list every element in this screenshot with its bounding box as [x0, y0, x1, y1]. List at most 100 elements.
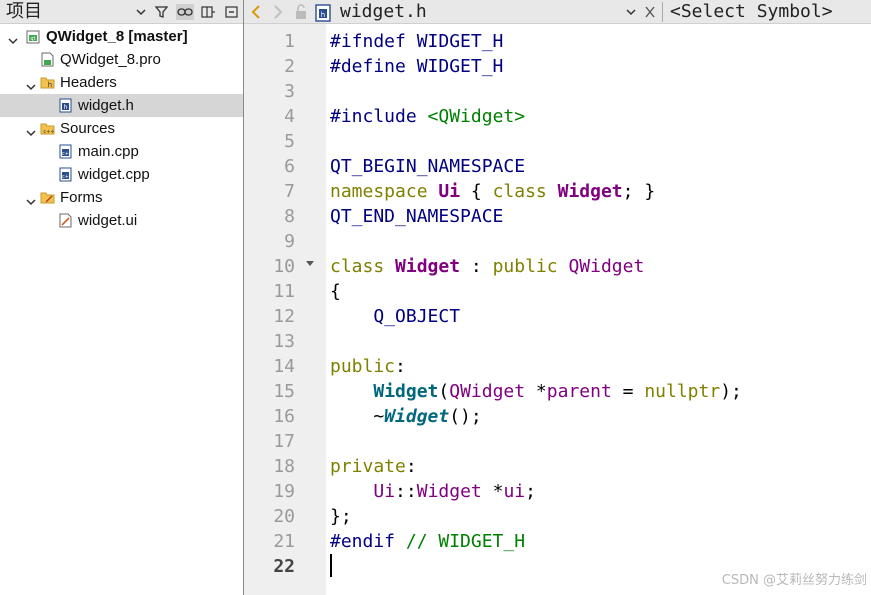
code-token: private [330, 456, 406, 477]
project-panel-toolbar: 项目 [0, 0, 243, 24]
link-icon[interactable] [176, 4, 194, 20]
tree-item[interactable]: h Headers [0, 71, 243, 94]
tree-item-label: main.cpp [78, 143, 139, 160]
expand-arrow-icon[interactable] [26, 192, 36, 206]
tree-item-label: QWidget_8 [master] [46, 28, 188, 45]
expand-arrow-icon[interactable] [8, 31, 18, 45]
code-line: QT_BEGIN_NAMESPACE [330, 154, 525, 179]
tree-item-label: widget.cpp [78, 166, 150, 183]
code-token: Widget [395, 256, 461, 277]
tree-item[interactable]: c++ Sources [0, 117, 243, 140]
code-line: Widget(QWidget *parent = nullptr); [330, 379, 742, 404]
expand-arrow-icon[interactable] [26, 123, 36, 137]
tree-item-label: Forms [60, 189, 103, 206]
tree-item[interactable]: c+ widget.cpp [0, 163, 243, 186]
line-number: 17 [273, 431, 295, 452]
tree-item[interactable]: Forms [0, 186, 243, 209]
code-line: #ifndef WIDGET_H [330, 29, 503, 54]
line-number: 12 [273, 306, 295, 327]
editor-file-name[interactable]: widget.h [340, 0, 427, 24]
code-token: namespace [330, 181, 439, 202]
code-line: namespace Ui { class Widget; } [330, 179, 655, 204]
tree-item-label: Sources [60, 120, 116, 137]
code-line: #define WIDGET_H [330, 54, 503, 79]
code-token: #ifndef WIDGET_H [330, 31, 504, 52]
tree-item-label: widget.ui [78, 212, 138, 229]
tree-item-label: widget.h [78, 97, 134, 114]
code-token: ; [525, 481, 536, 502]
code-token: Widget [384, 406, 450, 427]
line-number: 19 [273, 481, 295, 502]
code-token: parent [546, 381, 612, 402]
tree-item[interactable]: qt QWidget_8 [master] [0, 25, 243, 48]
line-number: 1 [284, 31, 295, 52]
code-token: Widget [373, 381, 439, 402]
line-number: 13 [273, 331, 295, 352]
project-panel-title: 项目 [6, 1, 42, 22]
tree-item[interactable]: widget.ui [0, 209, 243, 232]
split-panel-icon[interactable] [200, 4, 216, 20]
code-token: = [611, 381, 645, 402]
code-token: * [481, 481, 504, 502]
code-token: QT_END_NAMESPACE [330, 206, 504, 227]
svg-text:qt: qt [30, 36, 35, 42]
cpp-file-icon: c+ [58, 167, 73, 182]
line-number: 15 [273, 381, 295, 402]
expand-arrow-icon[interactable] [26, 77, 36, 91]
line-number: 2 [284, 56, 295, 77]
code-token: Q_OBJECT [373, 306, 461, 327]
panel-menu-chevron-icon[interactable] [136, 4, 146, 20]
code-token: ~ [330, 406, 385, 427]
code-editor[interactable]: #ifndef WIDGET_H #define WIDGET_H #include… [326, 24, 871, 595]
code-token: :: [395, 481, 417, 502]
pro-file-icon [40, 52, 55, 67]
symbol-selector[interactable]: <Select Symbol> [670, 0, 833, 24]
code-token: nullptr [644, 381, 721, 402]
code-line: Q_OBJECT [330, 304, 460, 329]
ui-file-icon [58, 213, 73, 228]
line-number: 11 [273, 281, 295, 302]
tree-item-label: QWidget_8.pro [60, 51, 161, 68]
line-number: 10 [273, 256, 295, 277]
headers-folder-icon: h [40, 75, 55, 90]
code-line: { [330, 279, 341, 304]
tree-item[interactable]: QWidget_8.pro [0, 48, 243, 71]
line-number: 6 [284, 156, 295, 177]
code-token: Ui [438, 181, 461, 202]
code-token: : [395, 356, 406, 377]
code-token: }; [330, 506, 352, 527]
text-cursor [330, 554, 332, 577]
line-number: 18 [273, 456, 295, 477]
forms-folder-icon [40, 190, 55, 205]
svg-text:h: h [321, 11, 325, 19]
line-number: 21 [273, 531, 295, 552]
code-token: { [330, 281, 341, 302]
code-token: Ui [373, 481, 396, 502]
code-token: QWidget [568, 256, 645, 277]
filter-icon[interactable] [154, 4, 170, 20]
line-number: 5 [284, 131, 295, 152]
tree-item[interactable]: c+ main.cpp [0, 140, 243, 163]
svg-text:h: h [64, 104, 68, 111]
code-token: { [460, 181, 493, 202]
close-panel-icon[interactable] [224, 4, 240, 20]
code-token: class [492, 181, 558, 202]
code-line: ~Widget(); [330, 404, 481, 429]
cpp-file-icon: c+ [58, 144, 73, 159]
code-token: ui [503, 481, 526, 502]
code-line: class Widget : public QWidget [330, 254, 644, 279]
fold-marker-icon[interactable] [306, 261, 314, 266]
code-line: }; [330, 504, 352, 529]
code-token: #define WIDGET_H [330, 56, 504, 77]
code-token: Widget [416, 481, 482, 502]
svg-text:h: h [48, 81, 52, 89]
code-token: #endif [330, 531, 406, 552]
line-number: 9 [284, 231, 295, 252]
code-token: QWidget [449, 381, 526, 402]
code-token: Widget [557, 181, 623, 202]
code-line: #endif // WIDGET_H [330, 529, 525, 554]
tree-item[interactable]: h widget.h [0, 94, 243, 117]
